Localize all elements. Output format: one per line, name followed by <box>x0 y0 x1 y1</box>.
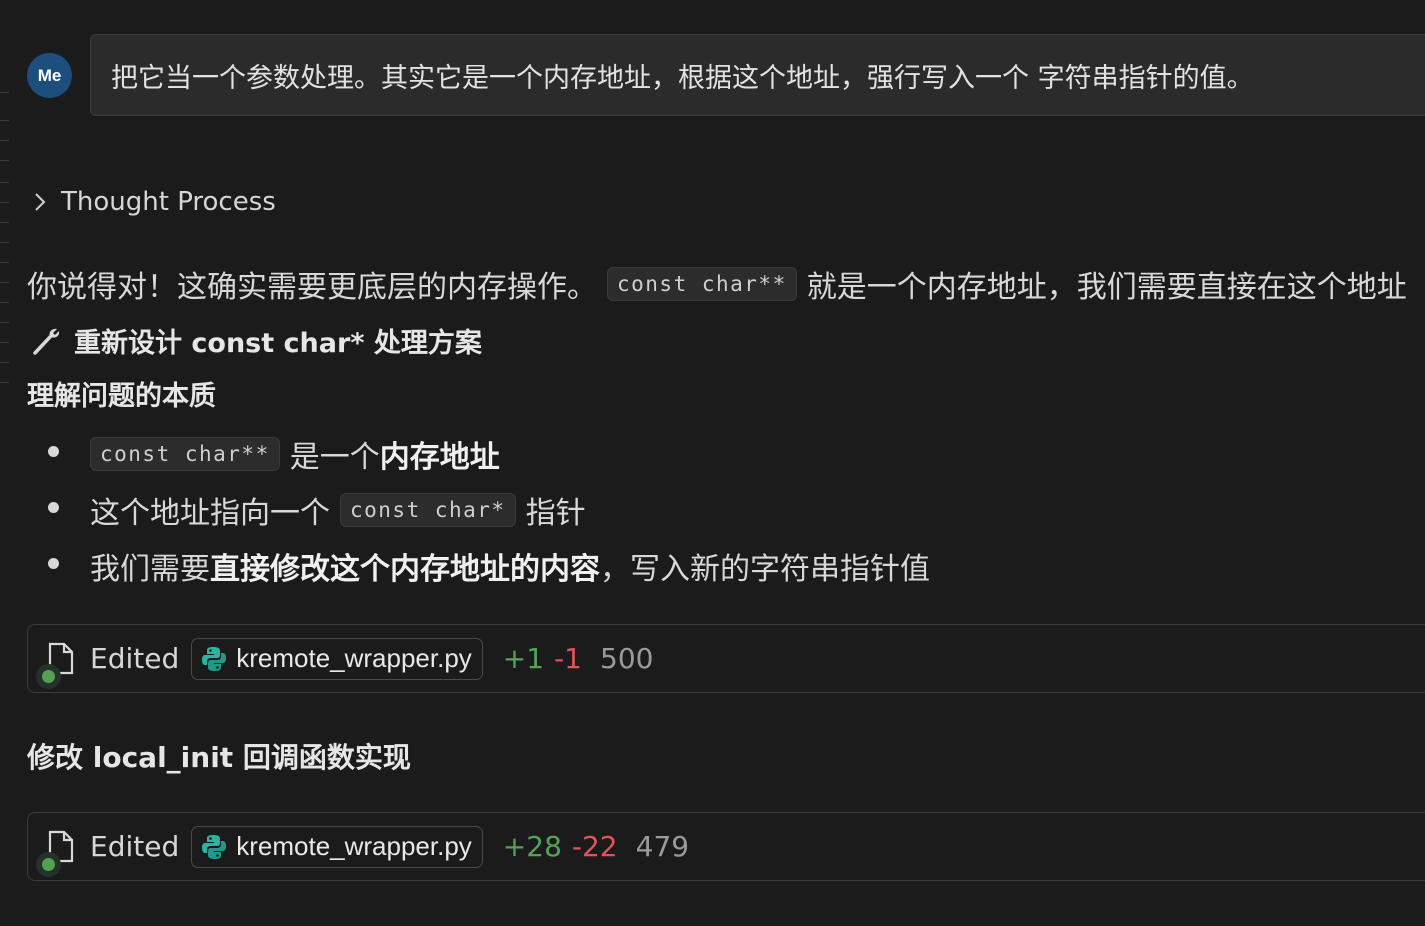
thought-process-label: Thought Process <box>61 187 276 217</box>
file-name: kremote_wrapper.py <box>236 831 472 861</box>
subheading: 修改 local_init 回调函数实现 <box>27 741 411 774</box>
bullet-dot <box>48 558 59 569</box>
reply-intro: 你说得对！这确实需要更底层的内存操作。 const char** 就是一个内存地… <box>27 262 1407 306</box>
file-link[interactable]: kremote_wrapper.py <box>191 825 483 868</box>
file-link[interactable]: kremote_wrapper.py <box>191 637 483 680</box>
user-message-text: 把它当一个参数处理。其实它是一个内存地址，根据这个地址，强行写入一个 字符串指针… <box>111 62 1254 94</box>
edit-label: Edited <box>90 642 180 675</box>
section-heading-text: 重新设计 const char* 处理方案 <box>74 328 482 359</box>
file-edit-icon <box>42 829 76 871</box>
user-avatar: Me <box>27 53 72 98</box>
list-item-text-after: ，写入新的字符串指针值 <box>600 552 930 587</box>
status-dot <box>42 857 55 871</box>
list-item-bold: 直接修改这个内存地址的内容 <box>210 552 600 587</box>
list-item-text: 这个地址指向一个 <box>90 496 330 531</box>
bullet-dot <box>48 502 59 513</box>
inline-code: const char** <box>90 437 280 471</box>
list-item-text: 我们需要 <box>90 552 210 587</box>
list-item-text-after: 指针 <box>525 496 586 531</box>
list-item: 我们需要 直接修改这个内存地址的内容 ，写入新的字符串指针值 <box>90 544 930 588</box>
lines-added: +28 <box>502 830 562 863</box>
subheading: 理解问题的本质 <box>27 381 216 412</box>
file-name: kremote_wrapper.py <box>236 643 472 673</box>
edit-card[interactable]: Edited kremote_wrapper.py +1 -1 500 <box>27 624 1425 693</box>
list-item: 这个地址指向一个 const char* 指针 <box>90 488 586 532</box>
lines-removed: -1 <box>554 642 582 675</box>
thought-process-toggle[interactable]: Thought Process <box>33 184 276 220</box>
reply-intro-text: 你说得对！这确实需要更底层的内存操作。 <box>27 270 597 305</box>
status-dot <box>42 669 55 683</box>
list-item-text: 是一个 <box>289 440 380 475</box>
line-count: 500 <box>600 642 654 675</box>
edit-label: Edited <box>90 830 180 863</box>
inline-code: const char* <box>340 493 516 527</box>
bullet-dot <box>48 446 59 457</box>
list-item: const char** 是一个 内存地址 <box>90 432 500 476</box>
edit-card[interactable]: Edited kremote_wrapper.py +28 -22 479 <box>27 812 1425 881</box>
lines-added: +1 <box>502 642 545 675</box>
reply-intro-text-after: 就是一个内存地址，我们需要直接在这个地址 <box>806 270 1407 305</box>
lines-removed: -22 <box>571 830 618 863</box>
inline-code: const char** <box>607 267 797 301</box>
line-count: 479 <box>635 830 690 863</box>
python-icon <box>202 834 227 859</box>
python-icon <box>202 646 227 671</box>
list-item-bold: 内存地址 <box>379 440 500 475</box>
wrench-icon <box>33 328 60 355</box>
file-edit-icon <box>42 641 76 683</box>
chevron-right-icon <box>35 193 46 211</box>
section-heading: 重新设计 const char* 处理方案 <box>30 321 482 360</box>
user-message[interactable]: 把它当一个参数处理。其实它是一个内存地址，根据这个地址，强行写入一个 字符串指针… <box>90 34 1425 116</box>
